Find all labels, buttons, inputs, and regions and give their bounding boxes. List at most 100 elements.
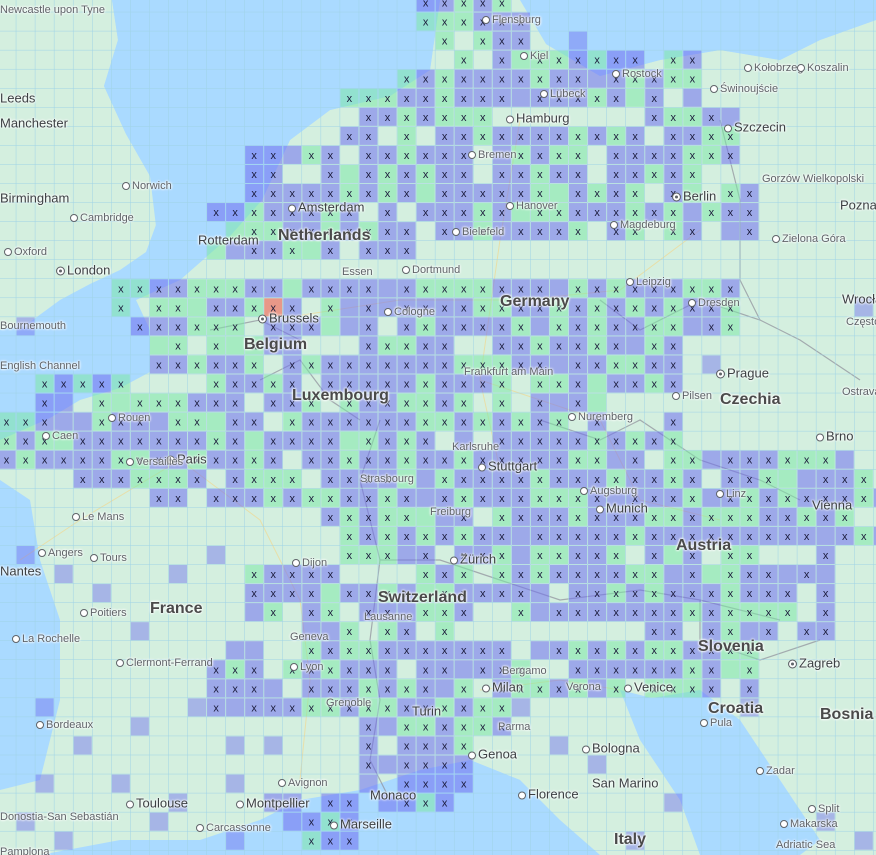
place-label-text: Parma bbox=[498, 721, 531, 733]
grid-cell-mark: x bbox=[385, 531, 391, 543]
grid-cell[interactable] bbox=[321, 317, 340, 336]
grid-cell[interactable] bbox=[435, 679, 454, 698]
grid-cell[interactable] bbox=[511, 545, 530, 564]
grid-cell[interactable] bbox=[835, 450, 854, 469]
grid-cell[interactable] bbox=[73, 412, 92, 431]
grid-cell[interactable] bbox=[588, 374, 607, 393]
grid-cell[interactable] bbox=[683, 88, 702, 107]
grid-cell[interactable] bbox=[511, 88, 530, 107]
grid-cell[interactable] bbox=[35, 774, 54, 793]
grid-cell[interactable] bbox=[207, 545, 226, 564]
grid-cell-mark: x bbox=[480, 283, 486, 295]
grid-cell[interactable] bbox=[264, 679, 283, 698]
grid-cell-mark: x bbox=[328, 455, 334, 467]
grid-cell[interactable] bbox=[683, 317, 702, 336]
grid-cell[interactable] bbox=[530, 641, 549, 660]
grid-cell[interactable] bbox=[683, 203, 702, 222]
grid-cell[interactable] bbox=[111, 774, 130, 793]
grid-cell[interactable] bbox=[530, 584, 549, 603]
grid-cell[interactable] bbox=[416, 469, 435, 488]
grid-cell[interactable] bbox=[283, 145, 302, 164]
grid-cell[interactable] bbox=[588, 393, 607, 412]
grid-cell[interactable] bbox=[569, 31, 588, 50]
grid-cell[interactable] bbox=[816, 526, 835, 545]
grid-cell[interactable] bbox=[54, 412, 73, 431]
grid-cell[interactable] bbox=[245, 431, 264, 450]
place-label-versailles: Versailles bbox=[126, 456, 183, 468]
grid-cell[interactable] bbox=[245, 641, 264, 660]
grid-cell[interactable] bbox=[149, 336, 168, 355]
grid-cell[interactable] bbox=[340, 164, 359, 183]
grid-cell[interactable] bbox=[207, 412, 226, 431]
grid-cell[interactable] bbox=[35, 698, 54, 717]
grid-cell[interactable] bbox=[321, 584, 340, 603]
grid-cell[interactable] bbox=[226, 336, 245, 355]
grid-cell[interactable] bbox=[226, 831, 245, 850]
grid-cell[interactable] bbox=[530, 603, 549, 622]
grid-cell[interactable] bbox=[702, 450, 721, 469]
grid-cell[interactable] bbox=[588, 69, 607, 88]
grid-cell[interactable] bbox=[283, 812, 302, 831]
grid-cell[interactable] bbox=[797, 469, 816, 488]
grid-cell[interactable] bbox=[378, 279, 397, 298]
grid-cell[interactable] bbox=[702, 565, 721, 584]
grid-cell-mark: x bbox=[766, 626, 772, 638]
grid-cell-mark: x bbox=[251, 702, 257, 714]
grid-cell[interactable] bbox=[168, 565, 187, 584]
grid-cell[interactable] bbox=[626, 336, 645, 355]
grid-cell[interactable] bbox=[721, 222, 740, 241]
grid-cell-mark: x bbox=[480, 493, 486, 505]
grid-cell[interactable] bbox=[73, 736, 92, 755]
grid-cell[interactable] bbox=[188, 298, 207, 317]
grid-cell[interactable] bbox=[130, 717, 149, 736]
grid-cell[interactable] bbox=[664, 793, 683, 812]
grid-cell-mark: x bbox=[556, 417, 562, 429]
grid-cell[interactable] bbox=[454, 660, 473, 679]
grid-cell-mark: x bbox=[747, 588, 753, 600]
grid-cell[interactable] bbox=[816, 565, 835, 584]
grid-cell[interactable] bbox=[92, 584, 111, 603]
grid-cell[interactable] bbox=[549, 393, 568, 412]
grid-cell[interactable] bbox=[226, 736, 245, 755]
grid-cell[interactable] bbox=[778, 565, 797, 584]
grid-cell[interactable] bbox=[530, 317, 549, 336]
grid-cell[interactable] bbox=[340, 431, 359, 450]
place-label-text: Split bbox=[818, 803, 840, 815]
grid-cell[interactable] bbox=[854, 831, 873, 850]
grid-cell[interactable] bbox=[340, 317, 359, 336]
grid-cell[interactable] bbox=[16, 545, 35, 564]
grid-cell[interactable] bbox=[245, 603, 264, 622]
grid-cell[interactable] bbox=[188, 698, 207, 717]
grid-cell[interactable] bbox=[149, 812, 168, 831]
grid-cell[interactable] bbox=[778, 469, 797, 488]
grid-cell[interactable] bbox=[226, 774, 245, 793]
grid-cell[interactable] bbox=[549, 736, 568, 755]
grid-cell[interactable] bbox=[607, 450, 626, 469]
grid-cell[interactable] bbox=[226, 698, 245, 717]
grid-cell[interactable] bbox=[283, 279, 302, 298]
grid-cell[interactable] bbox=[340, 298, 359, 317]
grid-cell[interactable] bbox=[54, 393, 73, 412]
grid-cell[interactable] bbox=[626, 88, 645, 107]
grid-cell[interactable] bbox=[54, 831, 73, 850]
grid-cell[interactable] bbox=[111, 393, 130, 412]
grid-cell-mark: x bbox=[556, 550, 562, 562]
grid-cell-mark: x bbox=[442, 340, 448, 352]
map-view[interactable]: x x x x x x x x x x x x x x x x x x x x x x x x x x x x x x x x x x x x x x x x… bbox=[0, 0, 876, 855]
grid-cell[interactable] bbox=[721, 660, 740, 679]
grid-cell[interactable] bbox=[511, 698, 530, 717]
grid-cell[interactable] bbox=[664, 565, 683, 584]
grid-cell[interactable] bbox=[378, 717, 397, 736]
grid-cell[interactable] bbox=[416, 488, 435, 507]
grid-cell[interactable] bbox=[588, 755, 607, 774]
grid-cell[interactable] bbox=[397, 545, 416, 564]
grid-cell-mark: x bbox=[309, 569, 315, 581]
grid-cell[interactable] bbox=[149, 412, 168, 431]
grid-cell[interactable] bbox=[130, 622, 149, 641]
grid-cell[interactable] bbox=[226, 641, 245, 660]
grid-cell[interactable] bbox=[378, 755, 397, 774]
grid-cell[interactable] bbox=[264, 736, 283, 755]
grid-cell[interactable] bbox=[416, 184, 435, 203]
grid-cell[interactable] bbox=[511, 526, 530, 545]
grid-cell[interactable] bbox=[54, 565, 73, 584]
